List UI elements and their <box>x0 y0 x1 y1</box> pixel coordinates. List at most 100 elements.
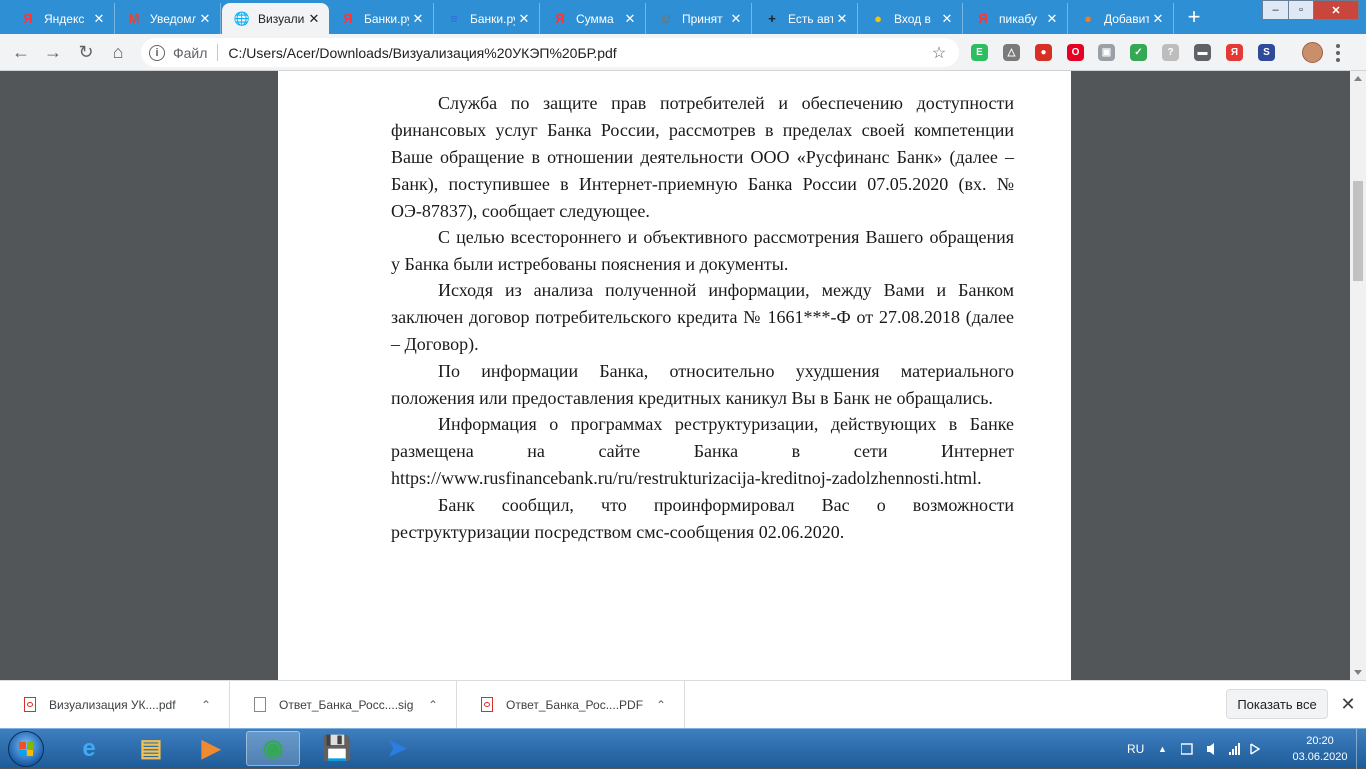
flag-icon[interactable] <box>1250 743 1261 755</box>
vertical-scrollbar[interactable] <box>1350 71 1366 680</box>
download-item[interactable]: Ответ_Банка_Рос....PDF ⌃ <box>457 681 685 728</box>
document-paragraph: По информации Банка, относительно ухудше… <box>391 361 1014 408</box>
close-tab-icon[interactable]: ✕ <box>196 11 214 27</box>
taskbar-app[interactable]: e <box>62 731 116 766</box>
taskbar-app[interactable]: 💾 <box>310 731 364 766</box>
close-tab-icon[interactable]: ✕ <box>833 11 851 27</box>
yandex-icon: Я <box>23 11 33 26</box>
maximize-button[interactable]: ▫ <box>1288 0 1314 20</box>
browser-tab[interactable]: M Уведомления✕ <box>114 3 221 34</box>
browser-tab[interactable]: Я Сумма ✕ <box>540 3 646 34</box>
browser-tab[interactable]: Я Банки.ру ✕ <box>328 3 434 34</box>
document-paragraph: Исходя из анализа полученной информации,… <box>391 280 1014 354</box>
start-button[interactable] <box>8 731 44 767</box>
tab-title: Есть авто <box>788 11 833 26</box>
download-file-name: Ответ_Банка_Рос....PDF <box>506 697 644 712</box>
close-tab-icon[interactable]: ✕ <box>1149 11 1167 27</box>
close-tab-icon[interactable]: ✕ <box>938 11 956 27</box>
show-all-downloads-button[interactable]: Показать все <box>1226 689 1328 719</box>
language-label: RU <box>1127 742 1145 756</box>
close-tab-icon[interactable]: ✕ <box>1043 11 1061 27</box>
reload-button[interactable]: ↻ <box>73 39 99 65</box>
bookmark-star-icon[interactable]: ☆ <box>929 43 949 63</box>
back-arrow-icon: ← <box>12 41 30 62</box>
back-button[interactable]: ← <box>8 39 34 65</box>
scroll-up-arrow-icon[interactable] <box>1354 76 1362 81</box>
windows-logo-icon <box>19 742 33 756</box>
media-player-icon: ▶ <box>201 735 221 762</box>
drive-icon[interactable]: △ <box>1003 44 1020 61</box>
new-tab-button[interactable]: + <box>1180 4 1208 29</box>
tab-title: Принят <box>682 11 723 26</box>
pdf-viewer: Служба по защите прав потребителей и обе… <box>0 71 1366 680</box>
close-tab-icon[interactable]: ✕ <box>727 11 745 27</box>
scroll-down-arrow-icon[interactable] <box>1354 670 1362 675</box>
tab-title: Банки.ру <box>470 11 515 26</box>
chat-icon[interactable]: ● <box>1035 44 1052 61</box>
evernote-icon[interactable]: E <box>971 44 988 61</box>
tray-icons-svg <box>1181 743 1261 755</box>
download-item[interactable]: Ответ_Банка_Росс....sig ⌃ <box>230 681 457 728</box>
browser-tab[interactable]: + Есть авто✕ <box>752 3 858 34</box>
plus-square-icon: + <box>768 11 776 26</box>
minimize-button[interactable]: – <box>1262 0 1289 20</box>
shield-check-icon[interactable]: ✓ <box>1130 44 1147 61</box>
close-window-button[interactable]: ✕ <box>1313 0 1359 20</box>
download-file-name: Ответ_Банка_Росс....sig <box>279 697 414 712</box>
close-tab-icon[interactable]: ✕ <box>90 11 108 27</box>
yandex-icon: Я <box>978 11 988 26</box>
tab-title: Банки.ру <box>364 11 409 26</box>
show-hidden-icons-button[interactable]: ▲ <box>1158 729 1167 769</box>
help-icon[interactable]: ? <box>1162 44 1179 61</box>
document-paragraph: С целью всестороннего и объективного рас… <box>391 227 1014 274</box>
tab-title: Яндекс <box>44 11 85 26</box>
globe-icon: 🌐 <box>233 10 251 26</box>
taskbar-app[interactable]: ◉ <box>246 731 300 766</box>
language-indicator[interactable]: RU <box>1127 729 1144 769</box>
dash-icon[interactable]: ▬ <box>1194 44 1211 61</box>
save-disk-icon: 💾 <box>322 735 352 762</box>
browser-tab[interactable]: ☺ Принят ✕ <box>646 3 752 34</box>
signal-icon[interactable] <box>1229 743 1240 755</box>
browser-tab[interactable]: ≡ Банки.ру ✕ <box>434 3 540 34</box>
browser-menu-button[interactable] <box>1333 43 1343 63</box>
yandex-icon: Я <box>343 11 353 26</box>
chevron-up-icon[interactable]: ⌃ <box>199 698 213 712</box>
device-icon[interactable] <box>1181 743 1193 755</box>
volume-icon[interactable] <box>1207 743 1214 755</box>
chevron-up-icon[interactable]: ⌃ <box>426 698 440 712</box>
chevron-up-icon[interactable]: ⌃ <box>654 698 668 712</box>
info-icon[interactable]: i <box>149 44 165 61</box>
clock-time: 20:20 <box>1306 735 1334 747</box>
opera-icon[interactable]: O <box>1067 44 1084 61</box>
taskbar-app[interactable]: ▤ <box>124 731 178 766</box>
clock-date: 03.06.2020 <box>1292 751 1348 763</box>
s-ext-icon[interactable]: S <box>1258 44 1275 61</box>
browser-tab[interactable]: ● Вход в ✕ <box>858 3 963 34</box>
taskbar-app[interactable]: ➤ <box>370 731 424 766</box>
browser-tab[interactable]: 🌐 Визуализация✕ <box>222 3 329 34</box>
close-tab-icon[interactable]: ✕ <box>515 11 533 27</box>
browser-tab[interactable]: Япикабу ✕ <box>963 3 1068 34</box>
browser-tab[interactable]: Я Яндекс ✕ <box>8 3 115 34</box>
download-item[interactable]: Визуализация УК....pdf ⌃ <box>0 681 230 728</box>
show-desktop-button[interactable] <box>1356 729 1366 769</box>
profile-avatar[interactable] <box>1302 42 1323 63</box>
close-shelf-icon[interactable]: ✕ <box>1339 694 1357 714</box>
close-tab-icon[interactable]: ✕ <box>409 11 427 27</box>
lock-icon[interactable]: ▣ <box>1098 44 1115 61</box>
system-clock[interactable]: 20:20 03.06.2020 <box>1292 733 1348 765</box>
home-button[interactable]: ⌂ <box>105 39 131 65</box>
close-tab-icon[interactable]: ✕ <box>305 11 323 27</box>
url-text[interactable]: C:/Users/Acer/Downloads/Визуализация%20У… <box>228 45 929 61</box>
forward-button[interactable]: → <box>40 39 66 65</box>
close-tab-icon[interactable]: ✕ <box>621 11 639 27</box>
menu-dot <box>1336 50 1340 55</box>
address-bar[interactable]: i Файл C:/Users/Acer/Downloads/Визуализа… <box>141 38 959 67</box>
taskbar-app[interactable]: ▶ <box>184 731 238 766</box>
scrollbar-thumb[interactable] <box>1353 181 1363 281</box>
internet-explorer-icon: e <box>82 734 96 762</box>
browser-tab[interactable]: ● Добавить✕ <box>1068 3 1174 34</box>
yandex-ext-icon[interactable]: Я <box>1226 44 1243 61</box>
tray-icons <box>1181 729 1261 769</box>
